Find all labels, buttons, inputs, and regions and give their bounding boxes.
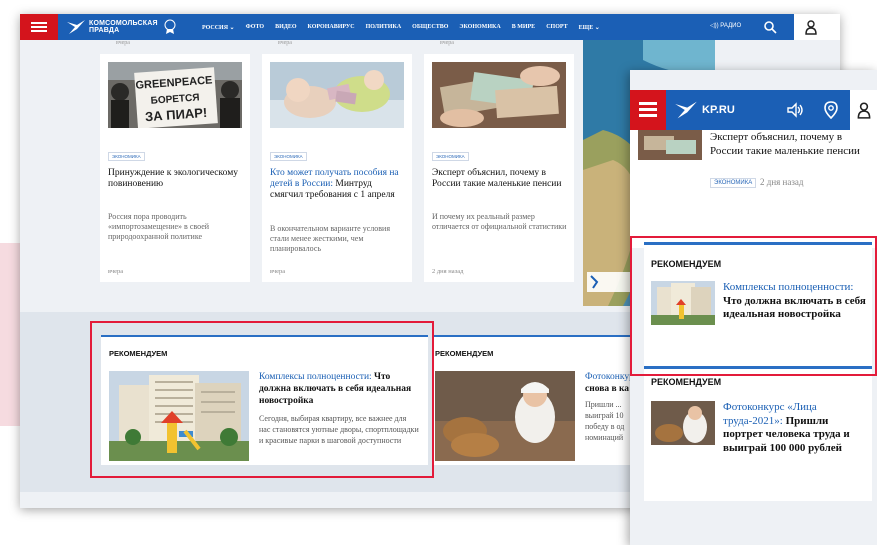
mobile-news-title[interactable]: Эксперт объяснил, почему в России такие … — [710, 130, 870, 158]
category-tag[interactable]: ЭКОНОМИКА — [108, 152, 145, 161]
mobile-logo-text: KP.RU — [702, 104, 735, 116]
user-icon — [857, 102, 871, 119]
mobile-menu-button[interactable] — [630, 90, 666, 130]
news-card-date: вчера — [108, 268, 124, 275]
speaker-icon[interactable] — [786, 101, 804, 119]
site-logo[interactable]: КОМСОМОЛЬСКАЯ ПРАВДА — [66, 17, 177, 37]
highlight-frame-desktop — [90, 321, 434, 478]
news-card-date: вчера — [270, 268, 286, 275]
news-card-desc: И почему их реальный размер отличается о… — [432, 212, 567, 231]
news-card-title[interactable]: Кто может получать пособия на детей в Ро… — [270, 168, 406, 201]
title-text: Принуждение к экологическому повиновению — [108, 168, 238, 189]
location-pin-icon[interactable] — [822, 101, 840, 119]
news-card[interactable]: ЭКОНОМИКА Эксперт объяснил, почему в Рос… — [424, 54, 574, 282]
top-navbar: КОМСОМОЛЬСКАЯ ПРАВДА РОССИЯ ⌄ ФОТО ВИДЕО… — [20, 14, 840, 40]
recommend-block[interactable]: РЕКОМЕНДУЕМ Фотоконкурс снова в ка Пришл… — [432, 335, 642, 465]
mobile-user-button[interactable] — [850, 90, 877, 130]
cut-date: вчера — [278, 40, 292, 46]
hamburger-icon — [31, 30, 47, 32]
cut-date: вчера — [116, 40, 130, 46]
mobile-news-image — [638, 130, 702, 160]
nav-item-photo[interactable]: ФОТО — [246, 24, 264, 30]
menu-button[interactable] — [20, 14, 58, 40]
news-card-date: 2 дня назад — [432, 268, 464, 275]
recommend-title[interactable]: Фотоконкурс «Лица труда-2021»: Пришли по… — [723, 401, 868, 455]
title-text: Эксперт объяснил, почему в России такие … — [432, 168, 562, 189]
recommend-image — [435, 371, 575, 461]
mobile-news-date: 2 дня назад — [760, 177, 804, 187]
nav-item-video[interactable]: ВИДЕО — [275, 24, 296, 30]
news-card-image — [270, 62, 404, 128]
hamburger-icon — [639, 114, 657, 117]
news-card-desc: В окончательном варианте условия стали м… — [270, 224, 391, 253]
logo-line-2: ПРАВДА — [89, 27, 120, 34]
bird-logo-icon — [675, 101, 697, 119]
search-icon[interactable] — [763, 20, 777, 34]
hamburger-icon — [639, 108, 657, 111]
radio-button[interactable]: ◁)) РАДИО — [710, 22, 741, 29]
nav-item-russia[interactable]: РОССИЯ ⌄ — [202, 24, 235, 31]
recommend-image — [651, 401, 715, 445]
news-grid: вчера вчера вчера GREENPEACE БОРЕТСЯ ЗА … — [100, 40, 660, 310]
category-tag[interactable]: ЭКОНОМИКА — [710, 178, 757, 188]
news-card[interactable]: ЭКОНОМИКА Кто может получать пособия на … — [262, 54, 412, 282]
hamburger-icon — [31, 26, 47, 28]
mobile-news-item[interactable]: Эксперт объяснил, почему в России такие … — [630, 130, 877, 248]
radio-label: РАДИО — [720, 23, 742, 29]
hamburger-icon — [639, 102, 657, 105]
nav-item-economy[interactable]: ЭКОНОМИКА — [459, 24, 500, 30]
user-account-button[interactable] — [794, 14, 840, 40]
nav-item-politics[interactable]: ПОЛИТИКА — [366, 24, 402, 30]
nav-item-society[interactable]: ОБЩЕСТВО — [412, 24, 448, 30]
speaker-icon: ◁)) — [710, 23, 719, 29]
cut-date: вчера — [440, 40, 454, 46]
bird-logo-icon — [67, 20, 85, 34]
recommend-label: РЕКОМЕНДУЕМ — [651, 377, 722, 387]
news-card-desc: Россия пора проводить «импортозамещение»… — [108, 212, 210, 241]
news-card-image: GREENPEACE БОРЕТСЯ ЗА ПИАР! — [108, 62, 242, 128]
background-accent — [0, 243, 22, 426]
user-icon — [805, 20, 817, 35]
mobile-navbar: KP.RU — [630, 90, 877, 130]
logo-line-1: КОМСОМОЛЬСКАЯ — [89, 20, 158, 27]
nav-item-world[interactable]: В МИРЕ — [512, 24, 536, 30]
order-badge-icon — [164, 19, 176, 34]
nav-item-sport[interactable]: СПОРТ — [546, 24, 567, 30]
mobile-recommend-block[interactable]: РЕКОМЕНДУЕМ Фотоконкурс «Лица труда-2021… — [644, 369, 872, 501]
recommend-label: РЕКОМЕНДУЕМ — [435, 349, 494, 358]
nav-item-more[interactable]: ЕЩЕ ⌄ — [579, 24, 600, 31]
mobile-logo[interactable]: KP.RU — [674, 100, 735, 120]
news-card-image — [432, 62, 566, 128]
nav-item-coronavirus[interactable]: КОРОНАВИРУС — [308, 24, 355, 30]
news-card-title[interactable]: Эксперт объяснил, почему в России такие … — [432, 168, 568, 190]
news-card[interactable]: GREENPEACE БОРЕТСЯ ЗА ПИАР! ЭКОНОМИКА Пр… — [100, 54, 250, 282]
category-tag[interactable]: ЭКОНОМИКА — [432, 152, 469, 161]
main-nav: РОССИЯ ⌄ ФОТО ВИДЕО КОРОНАВИРУС ПОЛИТИКА… — [202, 14, 611, 40]
highlight-frame-mobile — [630, 236, 877, 376]
recommend-title-text: снова в ка — [585, 384, 630, 394]
news-card-title[interactable]: Принуждение к экологическому повиновению — [108, 168, 244, 190]
category-tag[interactable]: ЭКОНОМИКА — [270, 152, 307, 161]
hamburger-icon — [31, 22, 47, 24]
